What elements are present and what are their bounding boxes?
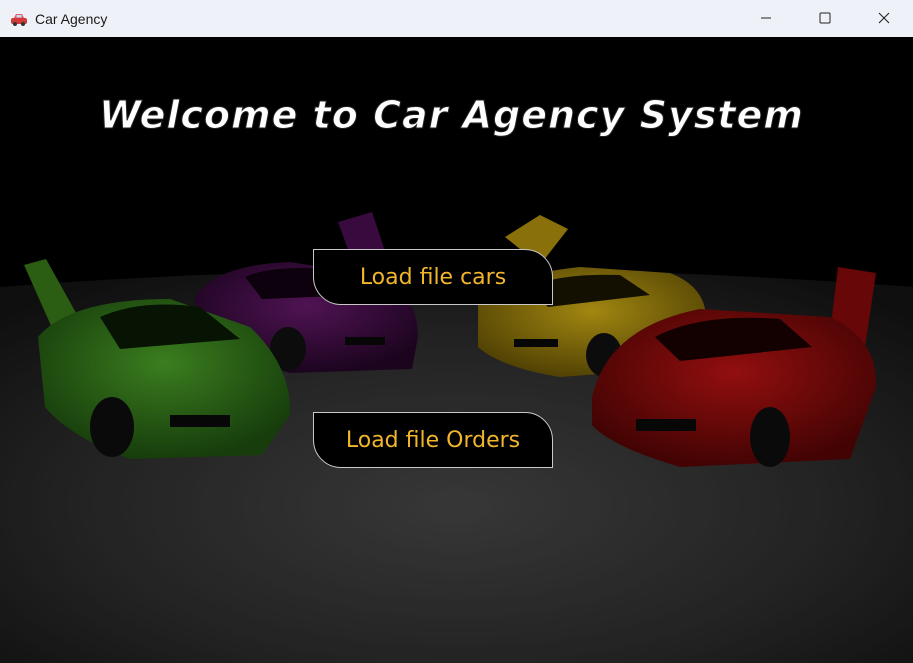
window-controls [736, 0, 913, 37]
maximize-button[interactable] [795, 0, 854, 37]
app-window: Car Agency Welcome to Car Agency System … [0, 0, 913, 663]
window-title: Car Agency [35, 10, 108, 27]
load-cars-button[interactable]: Load file cars [313, 249, 553, 305]
main-content: Welcome to Car Agency System Load file c… [0, 37, 913, 663]
welcome-heading: Welcome to Car Agency System [99, 93, 804, 138]
minimize-button[interactable] [736, 0, 795, 37]
close-icon [878, 9, 890, 28]
close-button[interactable] [854, 0, 913, 37]
car-icon [9, 10, 29, 28]
minimize-icon [760, 9, 772, 28]
maximize-icon [819, 9, 831, 28]
title-bar[interactable]: Car Agency [0, 0, 913, 37]
load-orders-button[interactable]: Load file Orders [313, 412, 553, 468]
